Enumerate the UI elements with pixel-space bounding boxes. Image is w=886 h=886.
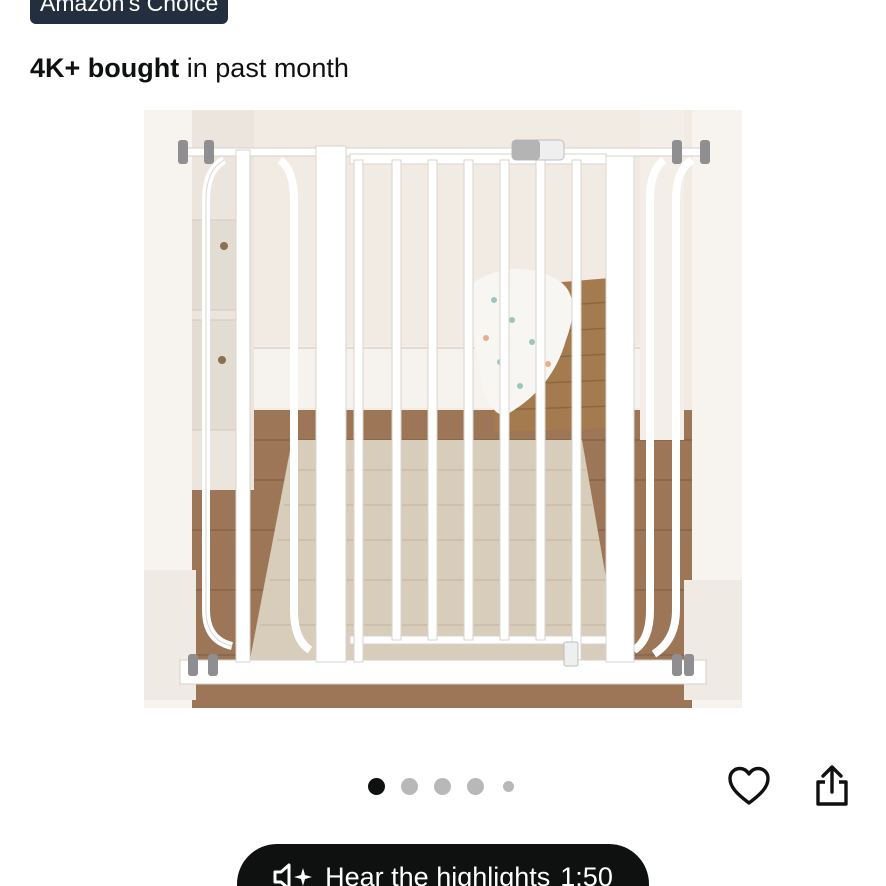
audio-duration: 1:50 bbox=[560, 862, 613, 886]
amazons-choice-badge[interactable]: Amazon's Choice bbox=[30, 0, 229, 24]
hear-highlights-label: Hear the highlights bbox=[325, 862, 551, 886]
wishlist-button[interactable] bbox=[723, 760, 775, 812]
carousel-dot-5[interactable] bbox=[503, 781, 514, 792]
purchase-period: in past month bbox=[186, 53, 349, 83]
share-icon bbox=[816, 765, 848, 806]
share-button[interactable] bbox=[806, 760, 858, 812]
carousel-dot-2[interactable] bbox=[401, 778, 418, 795]
carousel-dot-3[interactable] bbox=[434, 778, 451, 795]
hear-highlights-button[interactable]: Hear the highlights 1:50 bbox=[237, 844, 649, 886]
product-image[interactable] bbox=[144, 110, 742, 708]
purchase-count: 4K+ bought bbox=[30, 53, 180, 83]
carousel-dot-4[interactable] bbox=[467, 778, 484, 795]
carousel-dot-1[interactable] bbox=[368, 778, 385, 795]
purchase-stat: 4K+ bought in past month bbox=[30, 50, 349, 86]
heart-icon bbox=[728, 766, 770, 805]
baby-gate-illustration bbox=[144, 110, 742, 708]
speaker-sparkle-icon bbox=[273, 860, 315, 886]
